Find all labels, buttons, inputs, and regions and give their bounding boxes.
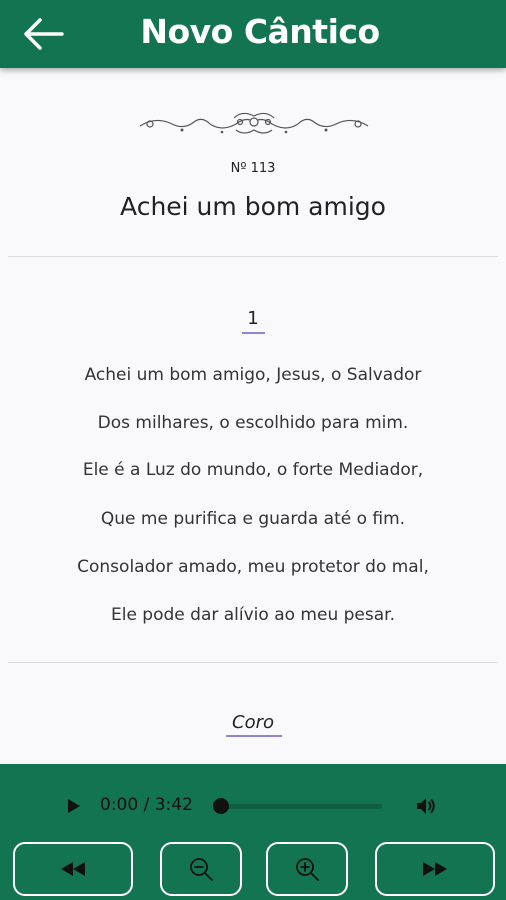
- verse-line: Achei um bom amigo, Jesus, o Salvador: [84, 365, 422, 385]
- chorus-label: Coro: [232, 712, 274, 733]
- audio-player: 0:00 / 3:42: [50, 784, 454, 828]
- bottom-bar: 0:00 / 3:42: [0, 764, 506, 900]
- hymn-number: Nº 113: [230, 161, 276, 176]
- app-title: Novo Cântico: [140, 12, 380, 51]
- ornament-divider-icon: [139, 112, 369, 134]
- verse-line: Que me purifica e guarda até o fim.: [100, 509, 406, 529]
- divider: [8, 662, 498, 663]
- verse-line: Consolador amado, meu protetor do mal,: [77, 557, 429, 577]
- rewind-button[interactable]: [13, 842, 133, 896]
- zoom-in-button[interactable]: [266, 842, 348, 896]
- volume-icon[interactable]: [414, 794, 438, 818]
- verse-line: Ele é a Luz do mundo, o forte Mediador,: [82, 460, 424, 480]
- hymn-title: Achei um bom amigo: [120, 192, 386, 221]
- zoom-out-button[interactable]: [160, 842, 242, 896]
- divider: [8, 256, 498, 257]
- fast-forward-button[interactable]: [375, 842, 495, 896]
- chorus-label-underline: [226, 735, 282, 737]
- rewind-icon: [61, 862, 85, 876]
- playback-time: 0:00 / 3:42: [100, 795, 193, 815]
- play-icon[interactable]: [64, 797, 82, 815]
- verse-number-underline: [242, 332, 265, 334]
- verse-line: Dos milhares, o escolhido para mim.: [97, 413, 409, 433]
- verse-line: Ele pode dar alívio ao meu pesar.: [110, 605, 395, 625]
- seek-thumb[interactable]: [213, 798, 229, 814]
- zoom-in-icon: [296, 858, 319, 881]
- hymn-content[interactable]: Nº 113 Achei um bom amigo 1 Achei um bom…: [0, 68, 506, 764]
- app-bar: Novo Cântico: [0, 0, 506, 68]
- zoom-out-icon: [190, 858, 213, 881]
- fast-forward-icon: [423, 862, 447, 876]
- seek-slider[interactable]: [213, 798, 382, 814]
- verse-number: 1: [247, 308, 259, 329]
